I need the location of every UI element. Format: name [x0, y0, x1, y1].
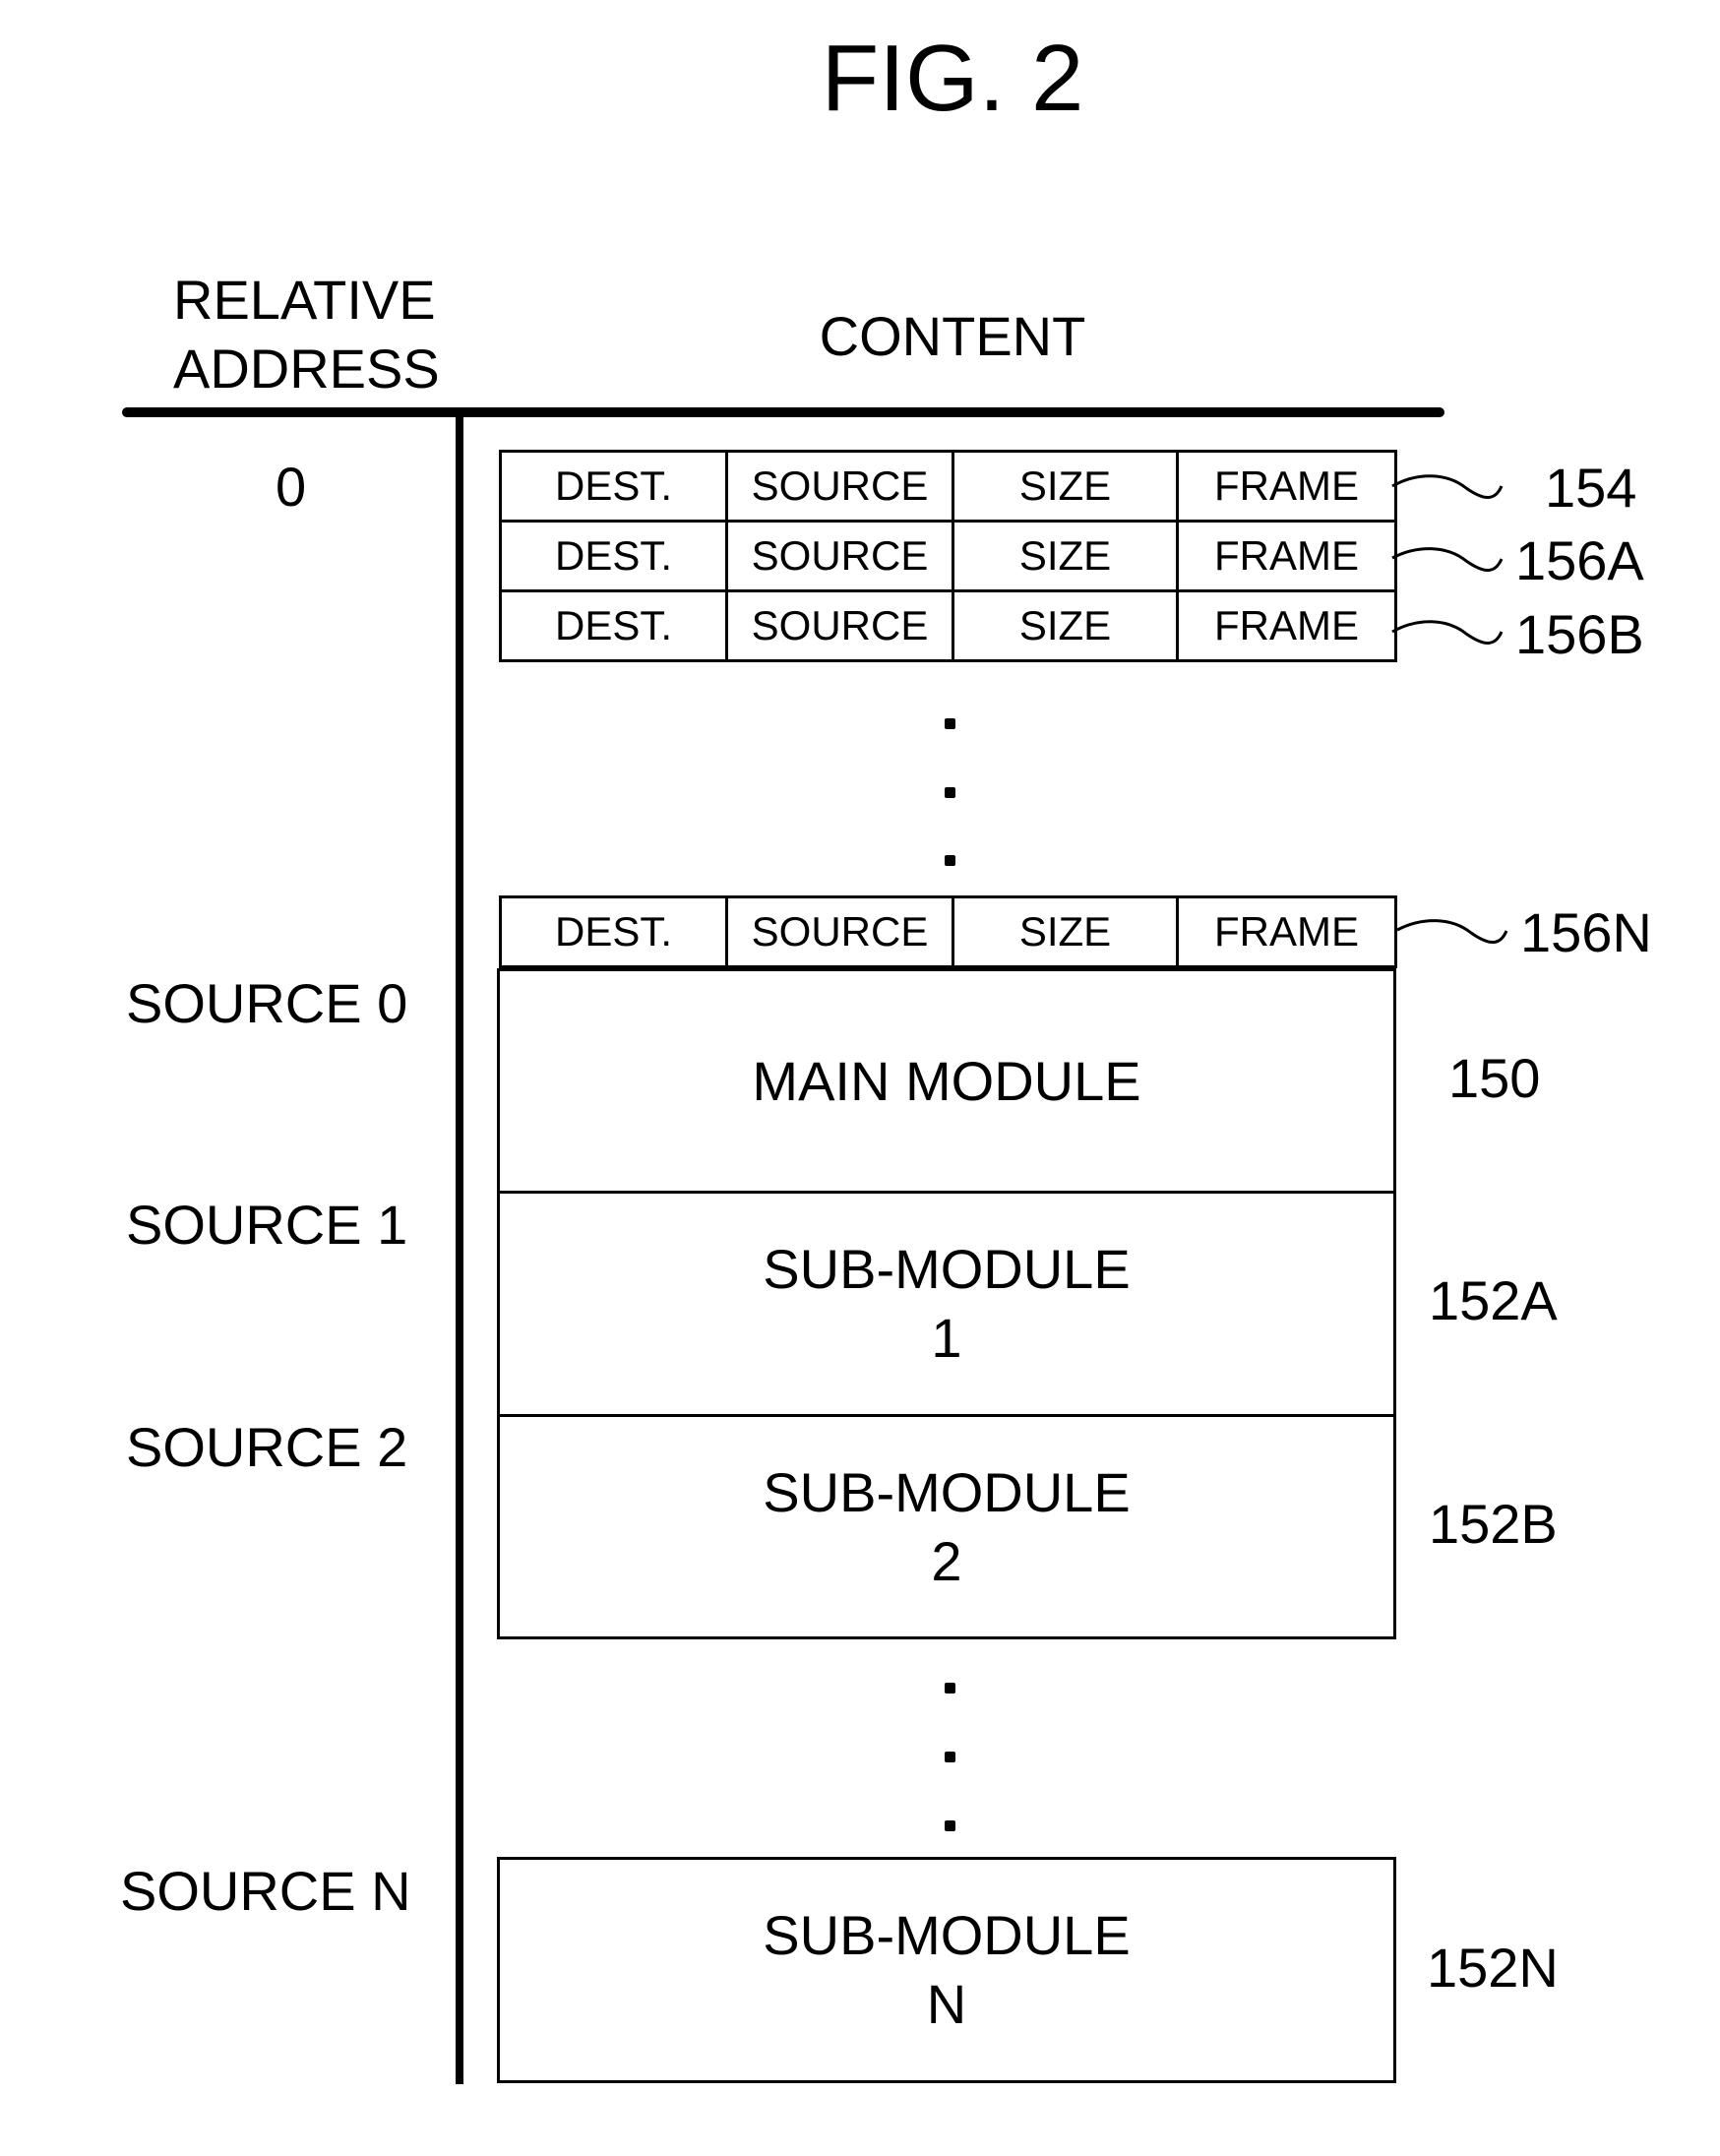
ref-154: 154: [1545, 457, 1637, 519]
leader-156a: [1391, 547, 1504, 572]
leader-156n: [1396, 919, 1508, 944]
leader-154: [1391, 474, 1504, 499]
leader-156b: [1391, 620, 1504, 645]
ref-152n: 152N: [1427, 1937, 1559, 1999]
ref-152a: 152A: [1429, 1269, 1558, 1331]
ref-156a: 156A: [1515, 529, 1644, 591]
ref-156n: 156N: [1520, 901, 1652, 963]
ref-150: 150: [1448, 1047, 1541, 1109]
ref-152b: 152B: [1429, 1493, 1558, 1555]
ref-156b: 156B: [1515, 603, 1644, 665]
